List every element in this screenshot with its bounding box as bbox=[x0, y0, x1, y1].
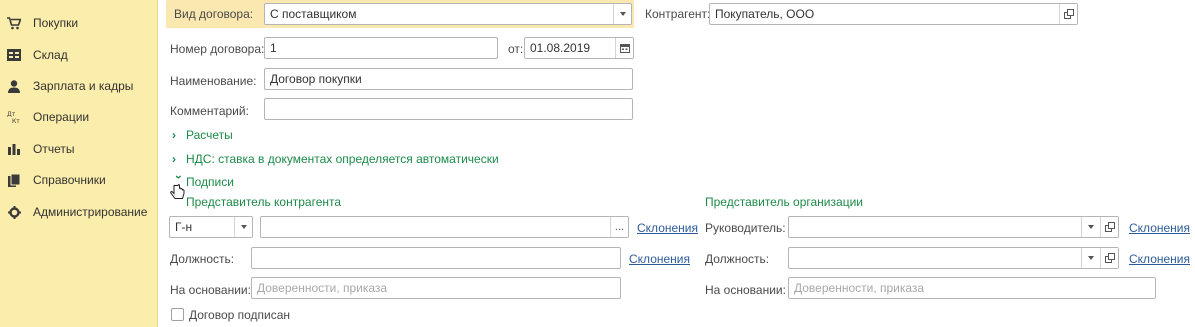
chevron-down-icon bbox=[240, 225, 247, 229]
counterparty-label: Контрагент: bbox=[645, 7, 711, 21]
chevron-right-icon: › bbox=[172, 152, 176, 166]
sidebar-item-label: Справочники bbox=[33, 173, 106, 187]
sidebar: Покупки Склад Зарплата и кадры Дт Кт Опер… bbox=[0, 0, 158, 327]
chevron-down-icon bbox=[1087, 225, 1094, 229]
name-label: Наименование: bbox=[170, 74, 257, 88]
contract-number-value: 1 bbox=[270, 41, 277, 55]
svg-text:Кт: Кт bbox=[12, 118, 20, 124]
dt-kt-icon: Дт Кт bbox=[6, 109, 22, 125]
group-vat-label: НДС: ставка в документах определяется ав… bbox=[186, 152, 499, 166]
open-button[interactable] bbox=[1100, 248, 1118, 268]
contract-signed-label: Договор подписан bbox=[189, 308, 291, 322]
chevron-down-icon bbox=[619, 12, 626, 16]
open-form-icon bbox=[1104, 253, 1115, 263]
name-value: Договор покупки bbox=[270, 72, 362, 86]
date-field[interactable]: 01.08.2019 bbox=[524, 37, 634, 59]
shopping-cart-icon bbox=[6, 15, 22, 31]
open-form-icon bbox=[1104, 222, 1115, 232]
salutation-select[interactable]: Г-н bbox=[169, 216, 253, 238]
contract-signed-checkbox[interactable] bbox=[171, 308, 184, 321]
contract-type-select[interactable]: С поставщиком bbox=[264, 3, 632, 25]
org-basis-field[interactable]: Доверенности, приказа bbox=[788, 277, 1156, 299]
group-signatures-label: Подписи bbox=[186, 175, 234, 189]
sidebar-item-purchases[interactable]: Покупки bbox=[0, 12, 158, 34]
org-basis-placeholder: Доверенности, приказа bbox=[794, 281, 925, 295]
sidebar-item-references[interactable]: Справочники bbox=[0, 169, 158, 191]
sidebar-item-salary[interactable]: Зарплата и кадры bbox=[0, 75, 158, 97]
counterparty-value: Покупатель, ООО bbox=[715, 7, 815, 21]
sidebar-item-label: Покупки bbox=[33, 16, 79, 30]
counterparty-basis-placeholder: Доверенности, приказа bbox=[257, 281, 388, 295]
position-declensions-link[interactable]: Склонения bbox=[629, 252, 690, 266]
counterparty-position-label: Должность: bbox=[170, 252, 235, 266]
counterparty-position-field[interactable] bbox=[251, 247, 621, 269]
contract-number-field[interactable]: 1 bbox=[264, 37, 498, 59]
dropdown-button[interactable] bbox=[1081, 217, 1099, 237]
from-label: от: bbox=[508, 42, 524, 56]
person-icon bbox=[6, 78, 22, 94]
sidebar-item-operations[interactable]: Дт Кт Операции bbox=[0, 106, 158, 128]
counterparty-basis-label: На основании: bbox=[170, 283, 251, 297]
name-field[interactable]: Договор покупки bbox=[264, 68, 633, 90]
sidebar-item-label: Администрирование bbox=[33, 205, 148, 219]
open-button[interactable] bbox=[1100, 217, 1118, 237]
sidebar-item-admin[interactable]: Администрирование bbox=[0, 201, 158, 223]
declensions-link[interactable]: Склонения bbox=[637, 221, 698, 235]
warehouse-icon bbox=[6, 47, 22, 63]
org-rep-title: Представитель организации bbox=[705, 195, 863, 209]
sidebar-item-warehouse[interactable]: Склад bbox=[0, 44, 158, 66]
calendar-button[interactable] bbox=[615, 38, 633, 58]
counterparty-rep-title: Представитель контрагента bbox=[186, 195, 342, 209]
dropdown-button[interactable] bbox=[613, 4, 631, 24]
chevron-right-icon: › bbox=[172, 128, 176, 142]
comment-label: Комментарий: bbox=[170, 104, 249, 118]
books-icon bbox=[6, 172, 22, 188]
date-value: 01.08.2019 bbox=[530, 41, 591, 55]
bar-chart-icon bbox=[6, 141, 22, 157]
contract-number-label: Номер договора: bbox=[170, 42, 265, 56]
open-form-icon bbox=[1063, 9, 1074, 19]
dropdown-button[interactable] bbox=[234, 217, 252, 237]
sidebar-item-label: Отчеты bbox=[33, 142, 75, 156]
contract-type-label: Вид договора: bbox=[174, 7, 254, 21]
select-button[interactable]: ... bbox=[610, 217, 628, 237]
org-basis-label: На основании: bbox=[705, 283, 786, 297]
counterparty-field[interactable]: Покупатель, ООО bbox=[709, 3, 1078, 25]
sidebar-item-label: Склад bbox=[33, 48, 68, 62]
open-button[interactable] bbox=[1059, 4, 1077, 24]
comment-field[interactable] bbox=[264, 98, 633, 120]
head-declensions-link[interactable]: Склонения bbox=[1129, 221, 1190, 235]
chevron-down-icon bbox=[1087, 256, 1094, 260]
org-position-field[interactable] bbox=[788, 247, 1119, 269]
sidebar-item-reports[interactable]: Отчеты bbox=[0, 138, 158, 160]
counterparty-basis-field[interactable]: Доверенности, приказа bbox=[251, 277, 621, 299]
gear-icon bbox=[6, 204, 22, 220]
sidebar-item-label: Операции bbox=[33, 110, 90, 124]
calendar-icon bbox=[619, 44, 630, 53]
sidebar-item-label: Зарплата и кадры bbox=[33, 79, 134, 93]
dropdown-button[interactable] bbox=[1081, 248, 1099, 268]
group-settlements-label: Расчеты bbox=[186, 128, 233, 142]
group-vat[interactable]: › НДС: ставка в документах определяется а… bbox=[172, 152, 499, 166]
org-position-declensions-link[interactable]: Склонения bbox=[1129, 252, 1190, 266]
salutation-value: Г-н bbox=[175, 220, 193, 234]
group-settlements[interactable]: › Расчеты bbox=[172, 128, 233, 142]
svg-text:Дт: Дт bbox=[7, 111, 16, 118]
counterparty-rep-name-field[interactable]: ... bbox=[260, 216, 629, 238]
org-position-label: Должность: bbox=[705, 252, 770, 266]
head-label: Руководитель: bbox=[705, 221, 786, 235]
contract-type-value: С поставщиком bbox=[270, 7, 357, 21]
hand-cursor-icon bbox=[170, 184, 185, 205]
head-field[interactable] bbox=[788, 216, 1119, 238]
